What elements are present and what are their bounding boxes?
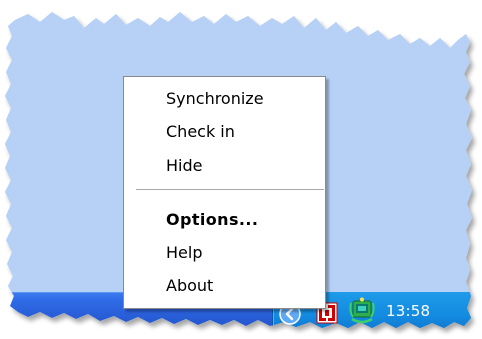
menu-item-synchronize[interactable]: Synchronize <box>166 86 264 112</box>
menu-item-help[interactable]: Help <box>166 240 202 266</box>
context-menu: Synchronize Check in Hide Options... Hel… <box>123 76 326 309</box>
menu-separator <box>136 189 324 191</box>
screenshot-stage: 13:58 Synchronize Check in Hide Options.… <box>0 0 482 339</box>
network-sync-icon[interactable] <box>349 297 375 325</box>
menu-item-options[interactable]: Options... <box>166 207 258 233</box>
menu-item-hide[interactable]: Hide <box>166 153 202 179</box>
menu-item-check-in[interactable]: Check in <box>166 119 235 145</box>
menu-item-about[interactable]: About <box>166 273 213 299</box>
